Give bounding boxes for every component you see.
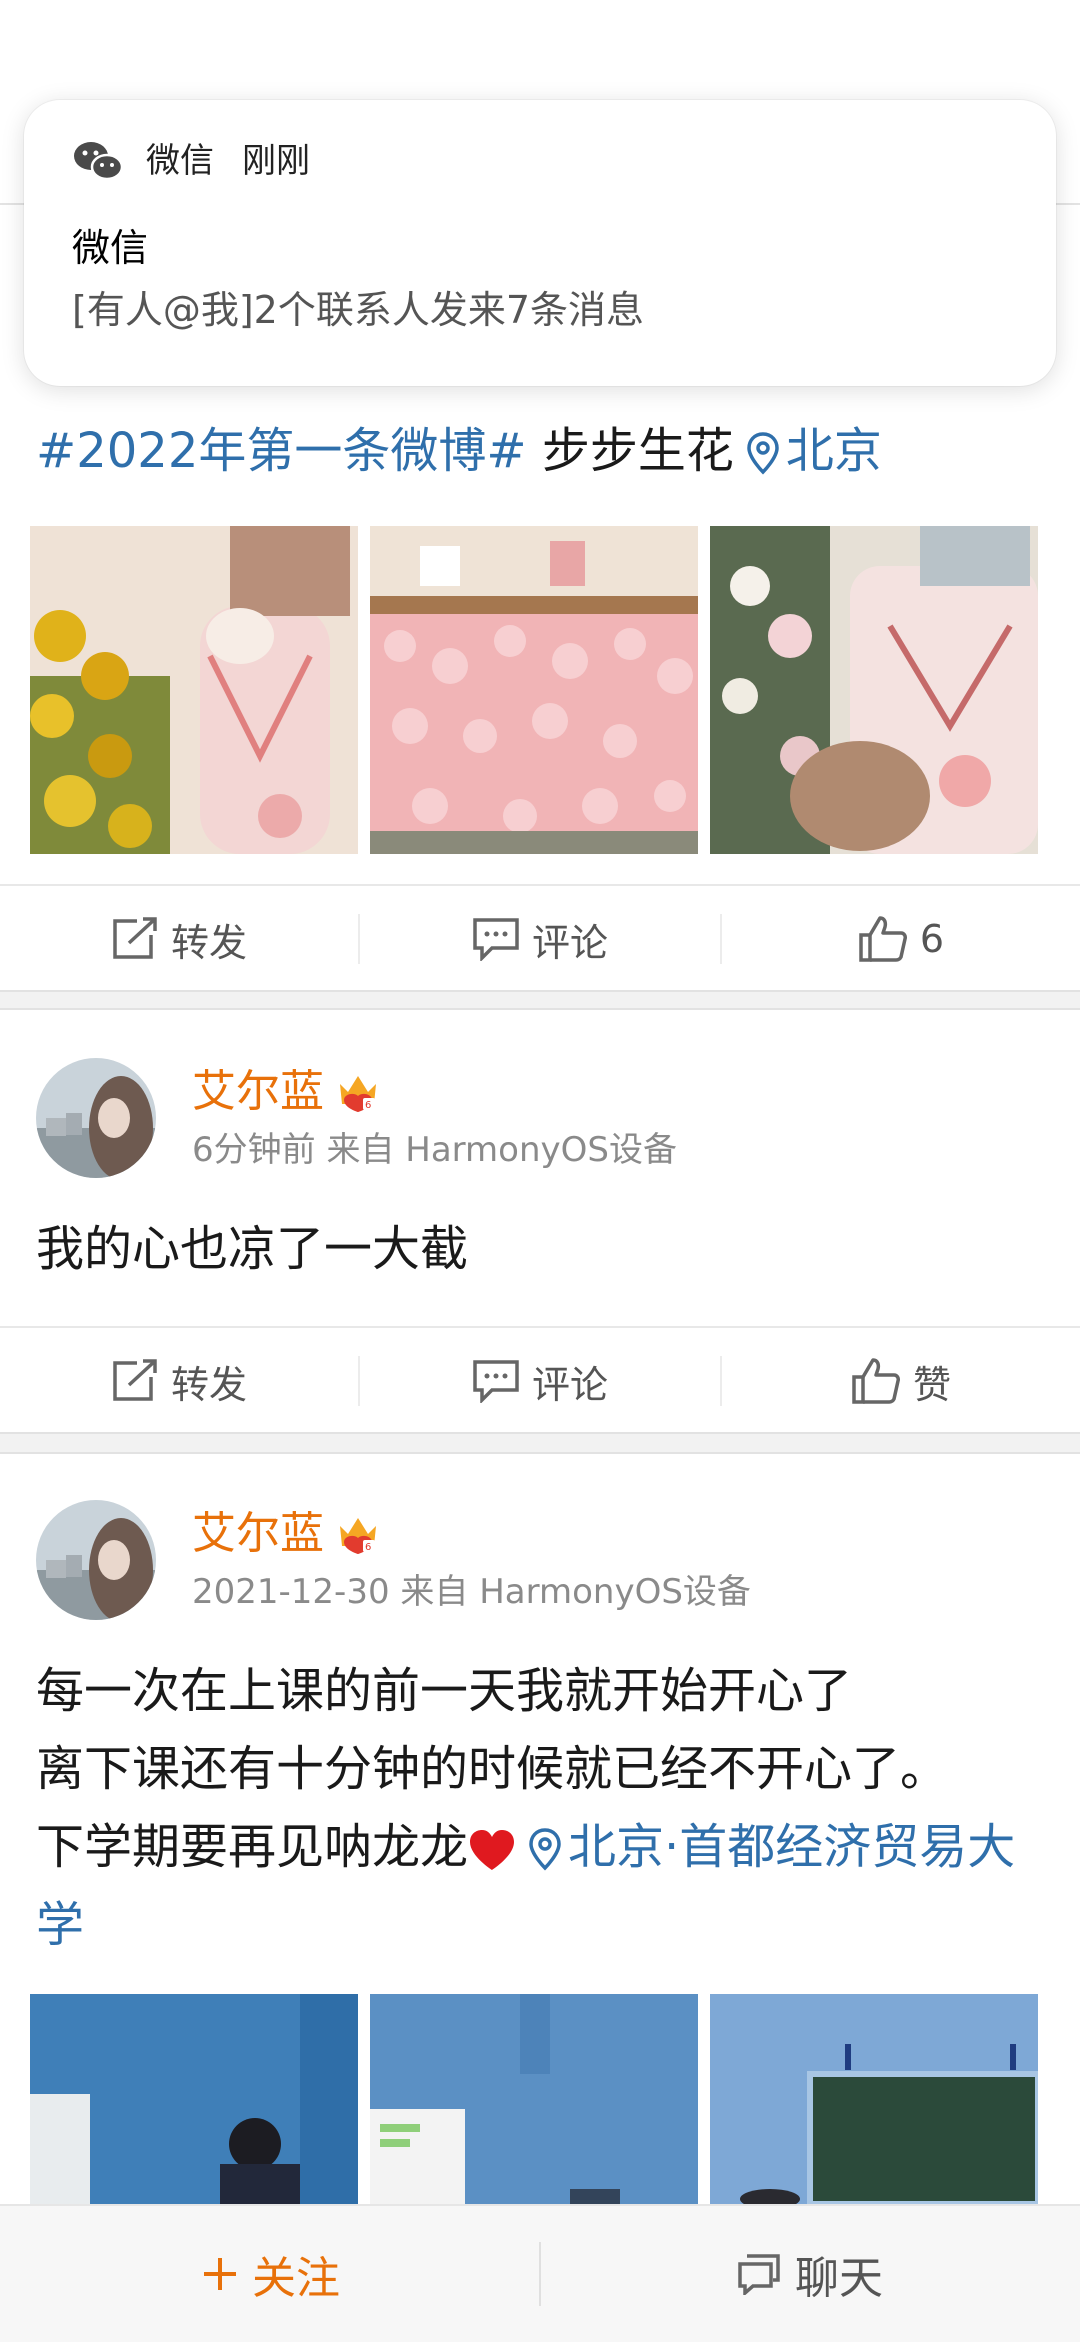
repost-icon [113,917,157,959]
heart-emoji [470,1830,515,1870]
notification-app-name: 微信 [146,141,214,181]
chat-icon [738,2254,780,2295]
wechat-icon [74,142,124,181]
wechat-notification[interactable]: 微信 刚刚 微信 [有人@我]2个联系人发来7条消息 [24,100,1056,386]
post2-like-button[interactable]: 赞 [722,1328,1080,1434]
repost-label: 转发 [170,1362,247,1407]
chat-button[interactable]: 聊天 [540,2206,1080,2342]
like-label: 赞 [912,1362,951,1407]
post-separator [0,1432,1080,1454]
comment-label: 评论 [531,920,608,965]
notification-body: [有人@我]2个联系人发来7条消息 [72,288,645,332]
post3-line2: 离下课还有十分钟的时候就已经不开心了。 [36,1741,949,1797]
notification-time: 刚刚 [242,141,310,181]
post3-line3-wrap: 下学期要再见呐龙龙 北京·首都经济贸易大学 [36,1808,1046,1964]
repost-icon [113,1359,157,1401]
post3-line1: 每一次在上课的前一天我就开始开心了 [36,1663,853,1719]
post2-repost-button[interactable]: 转发 [0,1328,358,1434]
post2-meta: 6分钟前 来自 HarmonyOS设备 [192,1130,677,1170]
notification-title: 微信 [72,226,149,270]
post-separator [0,990,1080,1010]
post2-action-bar: 转发 评论 赞 [0,1326,1080,1434]
post2-text: 我的心也凉了一大截 [36,1221,469,1277]
crown-icon: 6 [340,1076,376,1112]
post1-body: 步步生花 [526,423,734,479]
repost-label: 转发 [170,920,247,965]
post3-image-1[interactable] [30,1994,358,2204]
comment-label: 评论 [531,1362,608,1407]
svg-text:6: 6 [365,1542,371,1553]
post1-comment-button[interactable]: 评论 [360,886,720,992]
bottom-bar: 关注 聊天 [0,2204,1080,2342]
crown-icon: 6 [340,1518,376,1554]
svg-text:6: 6 [365,1100,371,1111]
post3-image-3[interactable] [710,1994,1038,2204]
like-count: 6 [919,917,945,961]
post3-avatar[interactable] [36,1500,156,1620]
post1-like-button[interactable]: 6 [722,886,1080,992]
post1-action-bar: 转发 评论 6 [0,884,1080,992]
post1-image-2[interactable] [370,526,698,854]
post3-text: 每一次在上课的前一天我就开始开心了 离下课还有十分钟的时候就已经不开心了。 下学… [36,1652,1046,1964]
comment-icon [473,918,519,961]
like-icon [852,1358,900,1404]
post3-line3: 下学期要再见呐龙龙 [36,1819,469,1875]
post3-image-2[interactable] [370,1994,698,2204]
location-pin-icon [529,1828,561,1871]
post3-meta: 2021-12-30 来自 HarmonyOS设备 [192,1572,751,1612]
post2-avatar[interactable] [36,1058,156,1178]
post1-repost-button[interactable]: 转发 [0,886,358,992]
post1-text: #2022年第一条微博# 步步生花 北京 [36,412,1046,490]
post1-location[interactable]: 北京 [786,423,882,479]
post1-image-1[interactable] [30,526,358,854]
like-icon [859,916,907,962]
post2-comment-button[interactable]: 评论 [360,1328,720,1434]
plus-icon [204,2258,236,2290]
comment-icon [473,1360,519,1403]
chat-label: 聊天 [795,2253,883,2304]
post1-hashtag[interactable]: #2022年第一条微博# [36,423,527,479]
post2-username[interactable]: 艾尔蓝 [192,1064,324,1120]
follow-button[interactable]: 关注 [0,2206,540,2342]
follow-label: 关注 [252,2253,340,2304]
post3-username[interactable]: 艾尔蓝 [192,1506,324,1562]
post1-image-3[interactable] [710,526,1038,854]
location-pin-icon [747,432,779,475]
